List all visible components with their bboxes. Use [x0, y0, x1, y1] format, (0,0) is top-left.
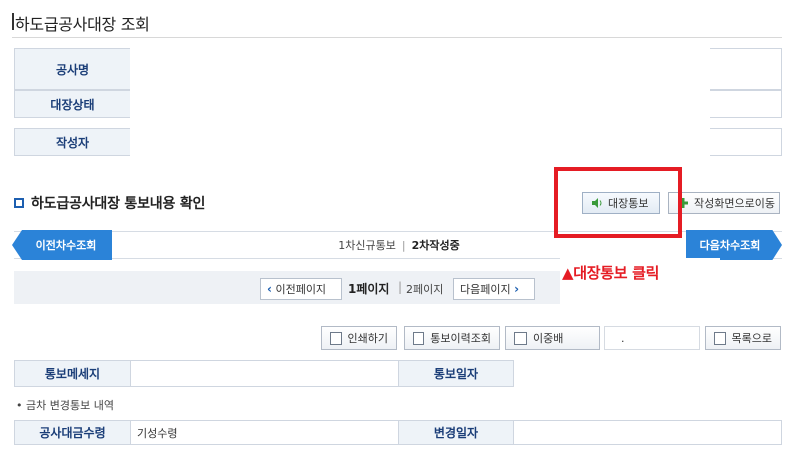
page-link-2[interactable]: 2페이지	[406, 281, 443, 297]
notice-history-button[interactable]: 통보이력조회	[404, 326, 500, 350]
highlight-box	[554, 167, 682, 238]
notice-history-label: 통보이력조회	[430, 332, 491, 345]
double-button[interactable]: 이중배	[505, 326, 600, 350]
printer-icon	[330, 331, 342, 345]
step-first[interactable]: 1차신규통보	[338, 237, 396, 253]
title-cursor	[12, 13, 14, 30]
print-button[interactable]: 인쇄하기	[321, 326, 397, 350]
list-doc-icon	[714, 331, 726, 345]
history-doc-icon	[413, 331, 425, 345]
next-revision-button[interactable]: 다음차수조회	[686, 230, 782, 260]
change-table: 공사대금수령 기성수령 변경일자	[14, 420, 782, 445]
notice-message-header: 통보메세지	[15, 361, 131, 386]
chevron-right-icon: ›	[514, 282, 520, 296]
hidden-button-label: .	[621, 331, 625, 345]
payment-receipt-value: 기성수령	[137, 426, 178, 440]
blank-date-area	[514, 358, 782, 388]
blank-bullet-area	[514, 396, 654, 420]
form-label-author: 작성자	[15, 129, 131, 155]
print-label: 인쇄하기	[347, 332, 388, 345]
step-current: 2차작성중	[411, 239, 460, 252]
section-title: 하도급공사대장 통보내용 확인	[31, 196, 206, 212]
page-separator: |	[398, 280, 403, 294]
click-annotation: ▲대장통보 클릭	[562, 264, 660, 282]
prev-page-label: 이전페이지	[275, 283, 327, 296]
hidden-button[interactable]: .	[604, 326, 700, 350]
change-date-header: 변경일자	[398, 421, 514, 444]
step-separator: |	[401, 238, 406, 252]
double-label: 이중배	[533, 332, 564, 345]
copy-icon	[514, 331, 527, 345]
square-bullet-icon	[14, 198, 24, 208]
list-label: 목록으로	[731, 332, 772, 345]
payment-receipt-header: 공사대금수령	[15, 421, 131, 444]
go-to-write-label: 작성화면으로이동	[694, 197, 775, 210]
notice-date-header: 통보일자	[398, 361, 514, 386]
page-title: 하도급공사대장 조회	[15, 15, 150, 34]
section-header: 하도급공사대장 통보내용 확인	[14, 193, 205, 213]
next-page-button[interactable]: 다음페이지 ›	[453, 278, 535, 300]
page-title-bar: 하도급공사대장 조회	[12, 8, 782, 38]
go-to-write-button[interactable]: 작성화면으로이동	[668, 192, 780, 214]
blank-panel	[130, 48, 710, 156]
chevron-left-icon: ‹	[267, 282, 272, 296]
form-label-project-name: 공사명	[15, 49, 131, 89]
prev-page-button[interactable]: ‹ 이전페이지	[260, 278, 342, 300]
change-history-bullet: • 금차 변경통보 내역	[16, 399, 114, 412]
current-page: 1페이지	[348, 282, 390, 296]
list-button[interactable]: 목록으로	[705, 326, 781, 350]
prev-revision-button[interactable]: 이전차수조회	[12, 230, 112, 260]
form-label-ledger-status: 대장상태	[15, 91, 131, 117]
next-page-label: 다음페이지	[460, 283, 511, 296]
